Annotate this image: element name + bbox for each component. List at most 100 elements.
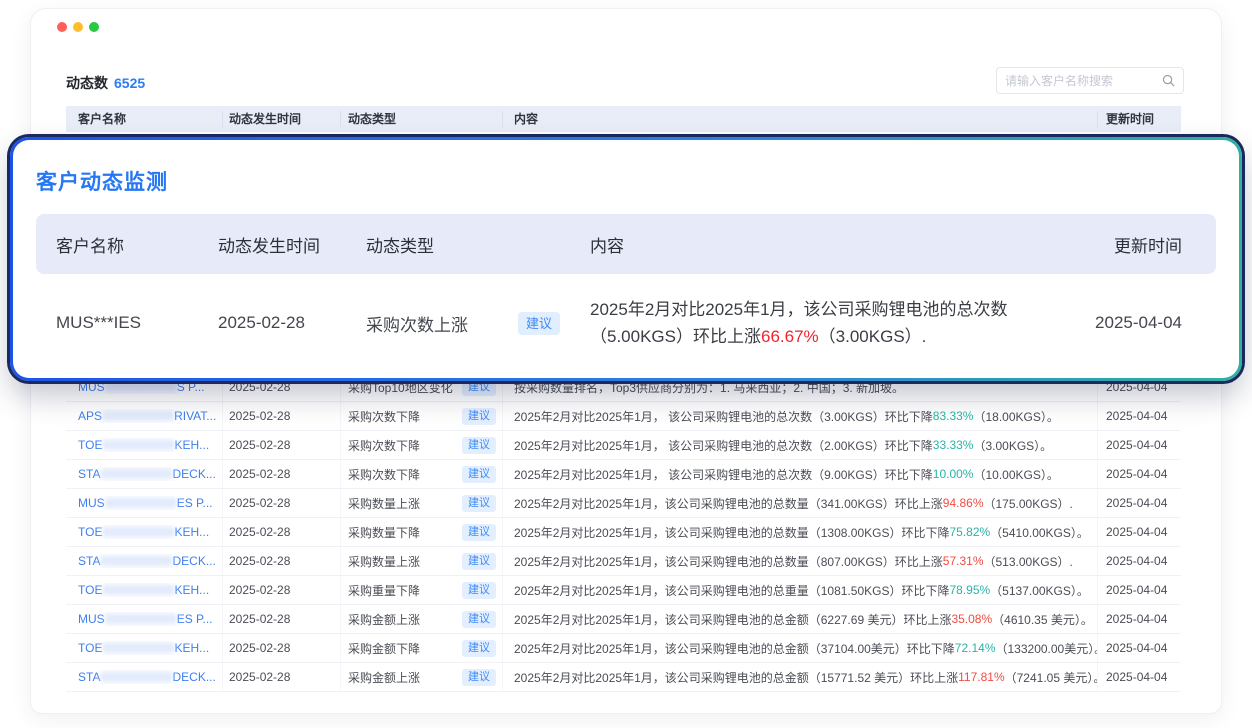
zoom-button-icon[interactable] — [89, 22, 99, 32]
customer-name-suffix: S P... — [177, 380, 205, 394]
event-type-label: 采购金额上涨 — [348, 611, 420, 628]
customer-name-suffix: ES P... — [177, 612, 213, 626]
event-type-cell: 采购数量下降 建议 — [341, 518, 503, 546]
event-type-label: 采购次数下降 — [348, 408, 420, 425]
content-cell: 2025年2月对比2025年1月，该公司采购锂电池的总重量（1081.50KGS… — [503, 576, 1098, 604]
event-type-label: 采购数量上涨 — [348, 553, 420, 570]
suggestion-badge: 建议 — [462, 379, 496, 396]
event-date-cell: 2025-02-28 — [223, 489, 341, 517]
content-percent: 78.95% — [949, 583, 990, 597]
content-text-post: （3.00KGS）. — [819, 327, 927, 346]
suggestion-badge: 建议 — [462, 582, 496, 599]
customer-name-redacted: XXXXXXXXX — [100, 670, 172, 684]
customer-name-prefix: MUS — [78, 496, 105, 510]
card-table-row: MUS***IES 2025-02-28 采购次数上涨 建议 2025年2月对比… — [36, 274, 1216, 372]
content-percent: 75.82% — [949, 525, 990, 539]
customer-name-link[interactable]: TOEXXXXXXXXXKEH... — [78, 583, 209, 597]
event-content: 2025年2月对比2025年1月，该公司采购锂电池的总次数（5.00KGS）环比… — [590, 296, 1090, 350]
content-text-pre: 2025年2月对比2025年1月，该公司采购锂电池的总金额（37104.00美元… — [514, 640, 955, 657]
event-date-cell: 2025-02-28 — [223, 518, 341, 546]
customer-name-link[interactable]: MUSXXXXXXXXXES P... — [78, 496, 213, 510]
table-row: MUSXXXXXXXXXES P... 2025-02-28 采购数量上涨 建议… — [66, 489, 1181, 518]
customer-name-link[interactable]: MUSXXXXXXXXXES P... — [78, 612, 213, 626]
table-row: TOEXXXXXXXXXKEH... 2025-02-28 采购数量下降 建议 … — [66, 518, 1181, 547]
customer-name-link[interactable]: APSXXXXXXXXXRIVAT... — [78, 409, 216, 423]
header-update-date: 更新时间 — [1098, 111, 1181, 127]
table-body: MUSXXXXXXXXXS P... 2025-02-28 采购Top10地区变… — [66, 373, 1181, 692]
content-percent: 33.33% — [933, 438, 974, 452]
header-update-date: 更新时间 — [1090, 232, 1182, 257]
customer-name-redacted: XXXXXXXXX — [100, 467, 172, 481]
content-text-post: （5137.00KGS）。 — [990, 582, 1089, 599]
content-cell: 2025年2月对比2025年1月，该公司采购锂电池的总数量（807.00KGS）… — [503, 547, 1098, 575]
content-percent: 94.86% — [943, 496, 984, 510]
customer-name-link[interactable]: TOEXXXXXXXXXKEH... — [78, 525, 209, 539]
suggestion-badge: 建议 — [462, 669, 496, 686]
search-input[interactable] — [1005, 74, 1162, 88]
event-date-cell: 2025-02-28 — [223, 605, 341, 633]
content-text-post: （5410.00KGS）。 — [990, 524, 1089, 541]
content-text-pre: 2025年2月对比2025年1月，该公司采购锂电池的总金额（6227.69 美元… — [514, 611, 951, 628]
customer-name-redacted: XXXXXXXXX — [102, 641, 174, 655]
customer-name-link[interactable]: STAXXXXXXXXXDECK... — [78, 670, 216, 684]
content-text-pre: 按采购数量排名，Top3供应商分别为：1. 马来西亚；2. 中国；3. 新加坡。 — [514, 379, 904, 396]
customer-name-link[interactable]: STAXXXXXXXXXDECK... — [78, 467, 216, 481]
card-body: 客户动态监测 客户名称 动态发生时间 动态类型 内容 更新时间 MUS***IE… — [13, 140, 1239, 378]
customer-name-suffix: DECK... — [173, 467, 216, 481]
table-row: TOEXXXXXXXXXKEH... 2025-02-28 采购次数下降 建议 … — [66, 431, 1181, 460]
close-button-icon[interactable] — [57, 22, 67, 32]
suggestion-badge: 建议 — [518, 312, 560, 335]
customer-name-link[interactable]: TOEXXXXXXXXXKEH... — [78, 438, 209, 452]
update-date-cell: 2025-04-04 — [1098, 547, 1181, 575]
event-type: 采购次数上涨 — [366, 311, 518, 336]
dynamics-count: 动态数6525 — [66, 73, 145, 93]
content-percent: 83.33% — [933, 409, 974, 423]
event-date-cell: 2025-02-28 — [223, 634, 341, 662]
table-row: MUSXXXXXXXXXES P... 2025-02-28 采购金额上涨 建议… — [66, 605, 1181, 634]
customer-name-link[interactable]: STAXXXXXXXXXDECK... — [78, 554, 216, 568]
customer-name-cell: MUSXXXXXXXXXES P... — [66, 605, 223, 633]
event-type-cell: 采购次数下降 建议 — [341, 431, 503, 459]
content-text-pre: 2025年2月对比2025年1月， 该公司采购锂电池的总次数（3.00KGS）环… — [514, 408, 933, 425]
suggestion-badge: 建议 — [462, 553, 496, 570]
customer-name-redacted: XXXXXXXXX — [105, 380, 177, 394]
customer-name-prefix: MUS — [78, 612, 105, 626]
customer-name-prefix: MUS — [78, 380, 105, 394]
event-type-cell: 采购次数下降 建议 — [341, 460, 503, 488]
update-date-cell: 2025-04-04 — [1098, 605, 1181, 633]
customer-name-prefix: TOE — [78, 525, 102, 539]
event-date-cell: 2025-02-28 — [223, 547, 341, 575]
content-text-post: （3.00KGS）。 — [973, 437, 1052, 454]
card-title: 客户动态监测 — [36, 166, 1216, 196]
update-date: 2025-04-04 — [1090, 313, 1182, 333]
customer-name-cell: APSXXXXXXXXXRIVAT... — [66, 402, 223, 430]
customer-name-prefix: TOE — [78, 641, 102, 655]
customer-name-link[interactable]: MUSXXXXXXXXXS P... — [78, 380, 205, 394]
customer-name: MUS***IES — [56, 313, 218, 333]
customer-name-link[interactable]: TOEXXXXXXXXXKEH... — [78, 641, 209, 655]
customer-dynamics-monitor-card: 客户动态监测 客户名称 动态发生时间 动态类型 内容 更新时间 MUS***IE… — [10, 137, 1242, 381]
content-cell: 2025年2月对比2025年1月，该公司采购锂电池的总金额（15771.52 美… — [503, 663, 1098, 691]
minimize-button-icon[interactable] — [73, 22, 83, 32]
header-event-date: 动态发生时间 — [223, 111, 341, 127]
search-icon[interactable] — [1162, 74, 1175, 87]
customer-name-cell: TOEXXXXXXXXXKEH... — [66, 576, 223, 604]
update-date-cell: 2025-04-04 — [1098, 576, 1181, 604]
dynamics-count-label: 动态数 — [66, 75, 108, 91]
content-percent: 57.31% — [943, 554, 984, 568]
content-text-pre: 2025年2月对比2025年1月，该公司采购锂电池的总数量（807.00KGS）… — [514, 553, 943, 570]
content-percent: 10.00% — [933, 467, 974, 481]
customer-name-cell: MUSXXXXXXXXXES P... — [66, 489, 223, 517]
event-date: 2025-02-28 — [218, 313, 366, 333]
content-cell: 2025年2月对比2025年1月， 该公司采购锂电池的总次数（9.00KGS）环… — [503, 460, 1098, 488]
update-date-cell: 2025-04-04 — [1098, 634, 1181, 662]
table-row: TOEXXXXXXXXXKEH... 2025-02-28 采购金额下降 建议 … — [66, 634, 1181, 663]
event-type-label: 采购数量上涨 — [348, 495, 420, 512]
content-text-post: （513.00KGS）. — [984, 553, 1073, 570]
window-titlebar — [31, 9, 1221, 49]
customer-name-redacted: XXXXXXXXX — [105, 612, 177, 626]
content-text-pre: 2025年2月对比2025年1月， 该公司采购锂电池的总次数（9.00KGS）环… — [514, 466, 933, 483]
event-type-cell: 采购数量上涨 建议 — [341, 489, 503, 517]
update-date-cell: 2025-04-04 — [1098, 460, 1181, 488]
content-text-post: （18.00KGS）。 — [973, 408, 1058, 425]
